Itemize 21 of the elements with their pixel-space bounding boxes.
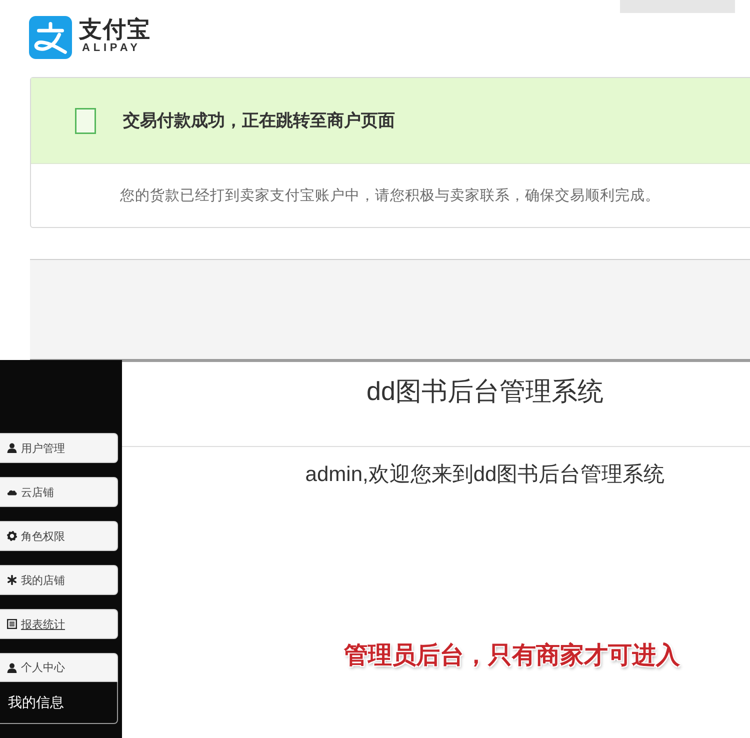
asterisk-icon [7,575,17,585]
page-title: dd图书后台管理系统 [366,376,604,406]
sidebar-item[interactable]: 我的店铺 [0,565,118,595]
success-message: 您的货款已经打到卖家支付宝账户中，请您积极与卖家联系，确保交易顺利完成。 [120,186,660,205]
person-icon [7,662,17,672]
submenu-item[interactable]: 我的信息 [0,682,118,724]
logo-icon [29,16,72,59]
gear-icon [7,531,17,541]
sidebar-item[interactable]: 个人中心 [0,653,118,682]
success-title: 交易付款成功，正在跳转至商户页面 [123,110,395,132]
sidebar-item[interactable]: 报表统计 [0,609,118,639]
welcome-message: admin,欢迎您来到dd图书后台管理系统 [305,463,665,486]
sidebar-item[interactable]: 用户管理 [0,433,118,463]
brand-name: 支付宝 [79,16,151,42]
list-icon [7,619,17,629]
admin-notice: 管理员后台，只有商家才可进入 [344,642,680,669]
person-icon [7,443,17,453]
sidebar-item[interactable]: 云店铺 [0,477,118,507]
brand-subtitle: ALIPAY [82,42,141,55]
square-outline-icon [75,108,96,134]
sidebar-item[interactable]: 角色权限 [0,521,118,551]
